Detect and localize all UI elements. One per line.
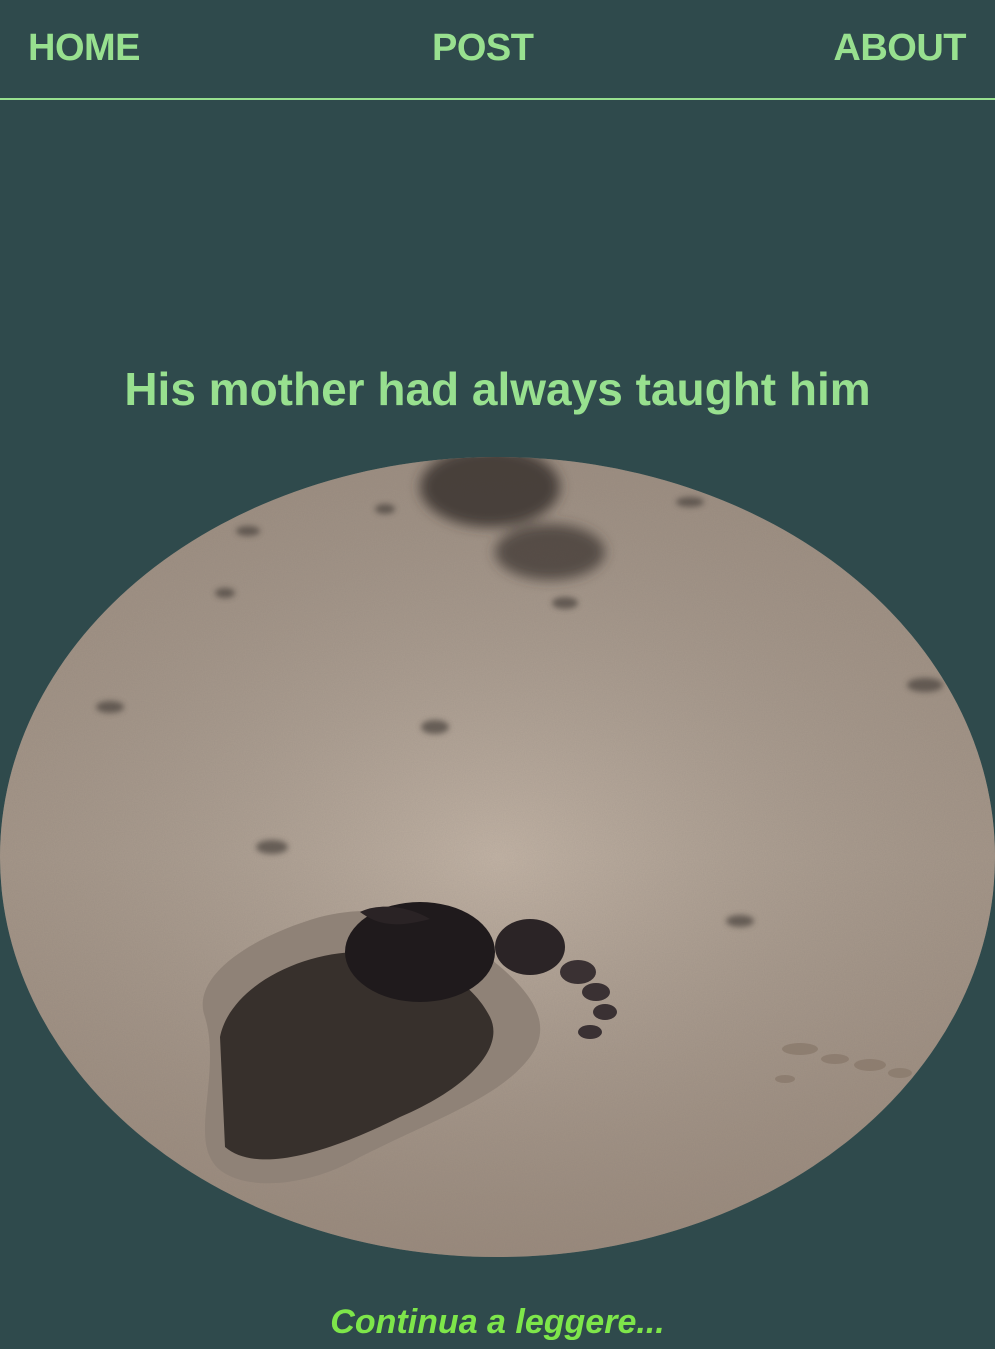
nav-post-link[interactable]: POST [432,26,534,70]
read-more-link[interactable]: Continua a leggere... [0,1300,995,1344]
nav-home-link[interactable]: HOME [28,26,141,70]
page: HOME POST ABOUT His mother had always ta… [0,0,995,1349]
post-title: His mother had always taught him [124,363,871,415]
top-navigation: HOME POST ABOUT [0,0,995,100]
post-image-footprints-in-sand[interactable] [0,457,995,1257]
nav-about-link[interactable]: ABOUT [833,26,966,70]
